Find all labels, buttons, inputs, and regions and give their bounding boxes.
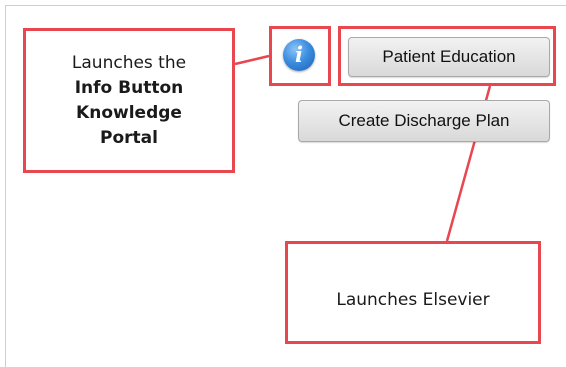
create-discharge-plan-button[interactable]: Create Discharge Plan	[298, 100, 550, 142]
callout-info-line-1: Launches the	[71, 52, 187, 73]
info-icon[interactable]: i	[283, 39, 315, 71]
callout-info-button-portal: Launches the Info Button Knowledge Porta…	[23, 28, 235, 173]
callout-elsevier: Launches Elsevier	[285, 241, 541, 344]
patient-education-button[interactable]: Patient Education	[348, 37, 550, 77]
callout-info-line-2: Info Button	[74, 77, 184, 98]
callout-info-line-3: Knowledge	[76, 102, 182, 123]
callout-info-line-4: Portal	[100, 127, 158, 148]
